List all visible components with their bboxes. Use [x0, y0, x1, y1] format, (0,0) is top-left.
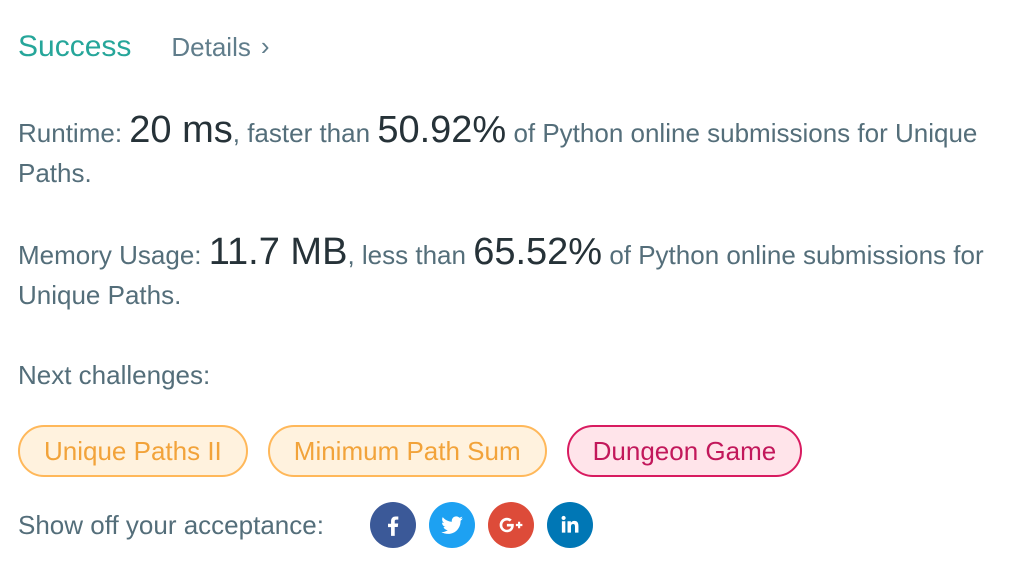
memory-percent: 65.52% — [473, 231, 603, 273]
runtime-label: Runtime: — [18, 118, 123, 148]
memory-value: 11.7 MB — [208, 231, 348, 273]
share-section: Show off your acceptance: — [18, 502, 593, 548]
challenge-dungeon-game[interactable]: Dungeon Game — [566, 425, 803, 477]
next-challenges: Unique Paths II Minimum Path Sum Dungeon… — [18, 425, 803, 477]
memory-comparison: , less than — [347, 240, 466, 270]
chevron-right-icon: › — [260, 31, 270, 61]
details-label: Details — [171, 32, 251, 62]
facebook-icon[interactable] — [369, 502, 416, 548]
google-plus-icon[interactable] — [487, 502, 534, 548]
challenge-unique-paths-ii[interactable]: Unique Paths II — [18, 425, 248, 477]
runtime-comparison: , faster than — [232, 118, 371, 148]
memory-stat: Memory Usage: 11.7 MB, less than 65.52% … — [18, 232, 1003, 315]
runtime-value: 20 ms — [129, 109, 233, 151]
runtime-percent: 50.92% — [377, 109, 507, 151]
next-challenges-label: Next challenges: — [18, 360, 211, 390]
memory-label: Memory Usage: — [18, 240, 202, 270]
share-label: Show off your acceptance: — [18, 509, 324, 540]
challenge-minimum-path-sum[interactable]: Minimum Path Sum — [267, 425, 547, 477]
twitter-icon[interactable] — [428, 502, 475, 548]
social-icons — [369, 502, 593, 548]
details-link[interactable]: Details › — [171, 31, 270, 63]
status-link[interactable]: Success — [18, 30, 131, 64]
runtime-stat: Runtime: 20 ms, faster than 50.92% of Py… — [18, 110, 1003, 193]
result-header: Success Details › — [18, 30, 270, 64]
linkedin-icon[interactable] — [546, 502, 593, 548]
